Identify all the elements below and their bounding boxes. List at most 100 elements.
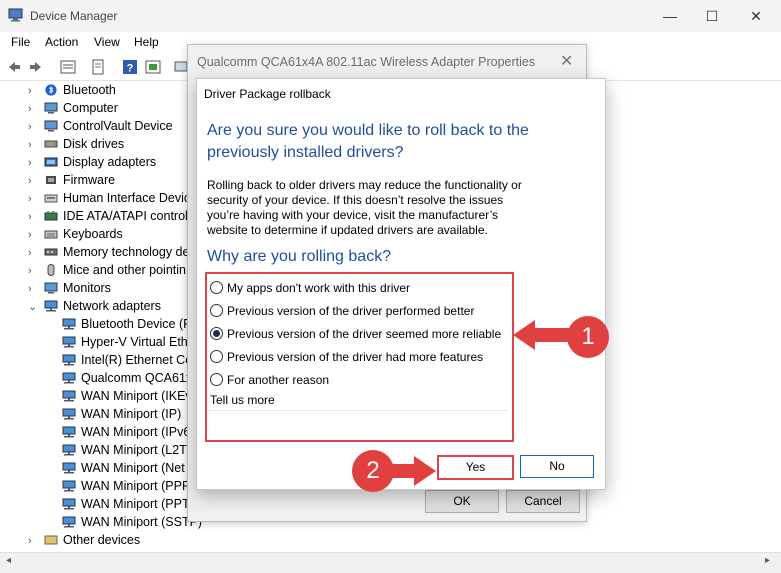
chevron-right-icon[interactable]: › bbox=[28, 208, 40, 226]
chevron-right-icon[interactable]: › bbox=[28, 226, 40, 244]
tree-item[interactable]: WAN Miniport (Net bbox=[62, 459, 185, 477]
chevron-right-icon[interactable]: › bbox=[28, 136, 40, 154]
chevron-right-icon[interactable]: › bbox=[28, 262, 40, 280]
reason-option[interactable]: Previous version of the driver seemed mo… bbox=[210, 325, 501, 343]
chevron-right-icon[interactable]: › bbox=[28, 244, 40, 262]
reason-options-group: My apps don't work with this driver Previ… bbox=[205, 272, 514, 442]
reason-option[interactable]: For another reason bbox=[210, 371, 329, 389]
horizontal-scrollbar[interactable]: ◂ ▸ bbox=[0, 552, 781, 573]
reason-option-label: For another reason bbox=[227, 373, 330, 387]
why-heading: Why are you rolling back? bbox=[207, 248, 392, 265]
tree-item[interactable]: WAN Miniport (SSTP) bbox=[62, 513, 202, 531]
forward-arrow-icon[interactable] bbox=[28, 59, 44, 75]
tree-item[interactable]: › Monitors bbox=[28, 279, 111, 297]
tree-item[interactable]: › Display adapters bbox=[28, 153, 156, 171]
back-arrow-icon[interactable] bbox=[6, 59, 22, 75]
chevron-right-icon[interactable]: › bbox=[28, 118, 40, 136]
tree-item[interactable]: ⌄ Network adapters bbox=[28, 297, 161, 315]
update-driver-icon[interactable] bbox=[145, 59, 161, 75]
scroll-left-arrow-icon[interactable]: ◂ bbox=[6, 555, 11, 566]
radio-selected-icon[interactable] bbox=[210, 327, 223, 340]
tree-item[interactable]: › ControlVault Device bbox=[28, 117, 173, 135]
menu-help[interactable]: Help bbox=[134, 35, 159, 49]
tree-item[interactable]: › Disk drives bbox=[28, 135, 124, 153]
mouse-icon bbox=[47, 264, 55, 276]
properties-sheet-icon[interactable] bbox=[60, 59, 76, 75]
chevron-right-icon[interactable]: › bbox=[28, 172, 40, 190]
tree-item-label: ControlVault Device bbox=[63, 119, 173, 133]
tree-item[interactable]: WAN Miniport (PPP bbox=[62, 477, 190, 495]
radio-icon[interactable] bbox=[210, 350, 223, 363]
tree-item-label: Firmware bbox=[63, 173, 116, 187]
tree-item[interactable]: WAN Miniport (IKEv bbox=[62, 387, 192, 405]
chevron-right-icon[interactable]: › bbox=[28, 154, 40, 172]
reason-option[interactable]: Previous version of the driver performed… bbox=[210, 302, 474, 320]
menu-action[interactable]: Action bbox=[45, 35, 78, 49]
chevron-right-icon[interactable]: › bbox=[28, 190, 40, 208]
network-icon bbox=[62, 336, 76, 348]
tree-item[interactable]: › Computer bbox=[28, 99, 118, 117]
tree-item[interactable]: › Other devices bbox=[28, 531, 140, 549]
reason-option-label: Previous version of the driver performed… bbox=[227, 304, 475, 318]
tree-item-label: WAN Miniport (PPT bbox=[81, 497, 190, 511]
radio-icon[interactable] bbox=[210, 304, 223, 317]
tree-item[interactable]: › Bluetooth bbox=[28, 81, 116, 99]
chevron-right-icon[interactable]: › bbox=[28, 82, 40, 100]
chevron-right-icon[interactable]: › bbox=[28, 100, 40, 118]
tree-item[interactable]: Bluetooth Device (P bbox=[62, 315, 191, 333]
radio-icon[interactable] bbox=[210, 281, 223, 294]
tree-item[interactable]: WAN Miniport (PPT bbox=[62, 495, 190, 513]
memory-icon bbox=[44, 248, 58, 256]
tree-item[interactable]: › IDE ATA/ATAPI controlle bbox=[28, 207, 198, 225]
chevron-right-icon[interactable]: › bbox=[28, 532, 40, 550]
yes-button[interactable]: Yes bbox=[437, 455, 514, 480]
help-icon[interactable]: ? bbox=[122, 59, 138, 75]
tell-us-label: Tell us more bbox=[210, 393, 275, 407]
maximize-button[interactable]: ☐ bbox=[689, 0, 735, 32]
tree-item-label: Network adapters bbox=[63, 299, 161, 313]
network-icon bbox=[62, 498, 76, 510]
menu-view[interactable]: View bbox=[94, 35, 120, 49]
document-icon[interactable] bbox=[90, 59, 106, 75]
tree-item[interactable]: WAN Miniport (IPv6 bbox=[62, 423, 190, 441]
close-button[interactable]: ✕ bbox=[733, 0, 779, 32]
no-button[interactable]: No bbox=[520, 455, 594, 478]
radio-icon[interactable] bbox=[210, 373, 223, 386]
menu-file[interactable]: File bbox=[11, 35, 30, 49]
tree-item-label: Human Interface Devic bbox=[63, 191, 191, 205]
reason-option[interactable]: Previous version of the driver had more … bbox=[210, 348, 483, 366]
bluetooth-icon bbox=[45, 84, 57, 96]
tree-item[interactable]: Qualcomm QCA61x bbox=[62, 369, 192, 387]
tree-item-label: Monitors bbox=[63, 281, 111, 295]
tree-item[interactable]: › Firmware bbox=[28, 171, 115, 189]
tree-item[interactable]: WAN Miniport (IP) bbox=[62, 405, 181, 423]
tree-item-label: IDE ATA/ATAPI controlle bbox=[63, 209, 198, 223]
tree-item[interactable]: › Mice and other pointin bbox=[28, 261, 186, 279]
title-bar: Device Manager — ☐ ✕ bbox=[0, 0, 781, 32]
minimize-button[interactable]: — bbox=[647, 0, 693, 32]
properties-window-title: Qualcomm QCA61x4A 802.11ac Wireless Adap… bbox=[197, 55, 536, 69]
tree-item-label: WAN Miniport (L2T bbox=[81, 443, 187, 457]
tree-item[interactable]: › Keyboards bbox=[28, 225, 123, 243]
tree-item[interactable]: › Human Interface Devic bbox=[28, 189, 190, 207]
ok-button[interactable]: OK bbox=[425, 490, 499, 513]
properties-close-icon[interactable]: ✕ bbox=[560, 51, 573, 71]
tree-item[interactable]: › Memory technology de bbox=[28, 243, 189, 261]
network-icon bbox=[62, 318, 76, 330]
tree-item[interactable]: Hyper-V Virtual Eth bbox=[62, 333, 188, 351]
network-icon bbox=[62, 516, 76, 528]
tree-item-label: Mice and other pointin bbox=[63, 263, 186, 277]
reason-option-label: My apps don't work with this driver bbox=[227, 281, 411, 295]
scroll-right-arrow-icon[interactable]: ▸ bbox=[765, 555, 770, 566]
network-icon bbox=[62, 372, 76, 384]
tree-item[interactable]: WAN Miniport (L2T bbox=[62, 441, 187, 459]
tree-item-label: WAN Miniport (SSTP) bbox=[81, 515, 203, 529]
cancel-button[interactable]: Cancel bbox=[506, 490, 580, 513]
tree-item[interactable]: Intel(R) Ethernet Co bbox=[62, 351, 192, 369]
chevron-right-icon[interactable]: › bbox=[28, 280, 40, 298]
chevron-down-icon[interactable]: ⌄ bbox=[28, 298, 40, 316]
reason-option[interactable]: My apps don't work with this driver bbox=[210, 279, 410, 297]
rollback-dialog: Driver Package rollback Are you sure you… bbox=[196, 78, 606, 490]
tell-us-more-input[interactable] bbox=[209, 410, 508, 433]
tree-item-label: Keyboards bbox=[63, 227, 123, 241]
